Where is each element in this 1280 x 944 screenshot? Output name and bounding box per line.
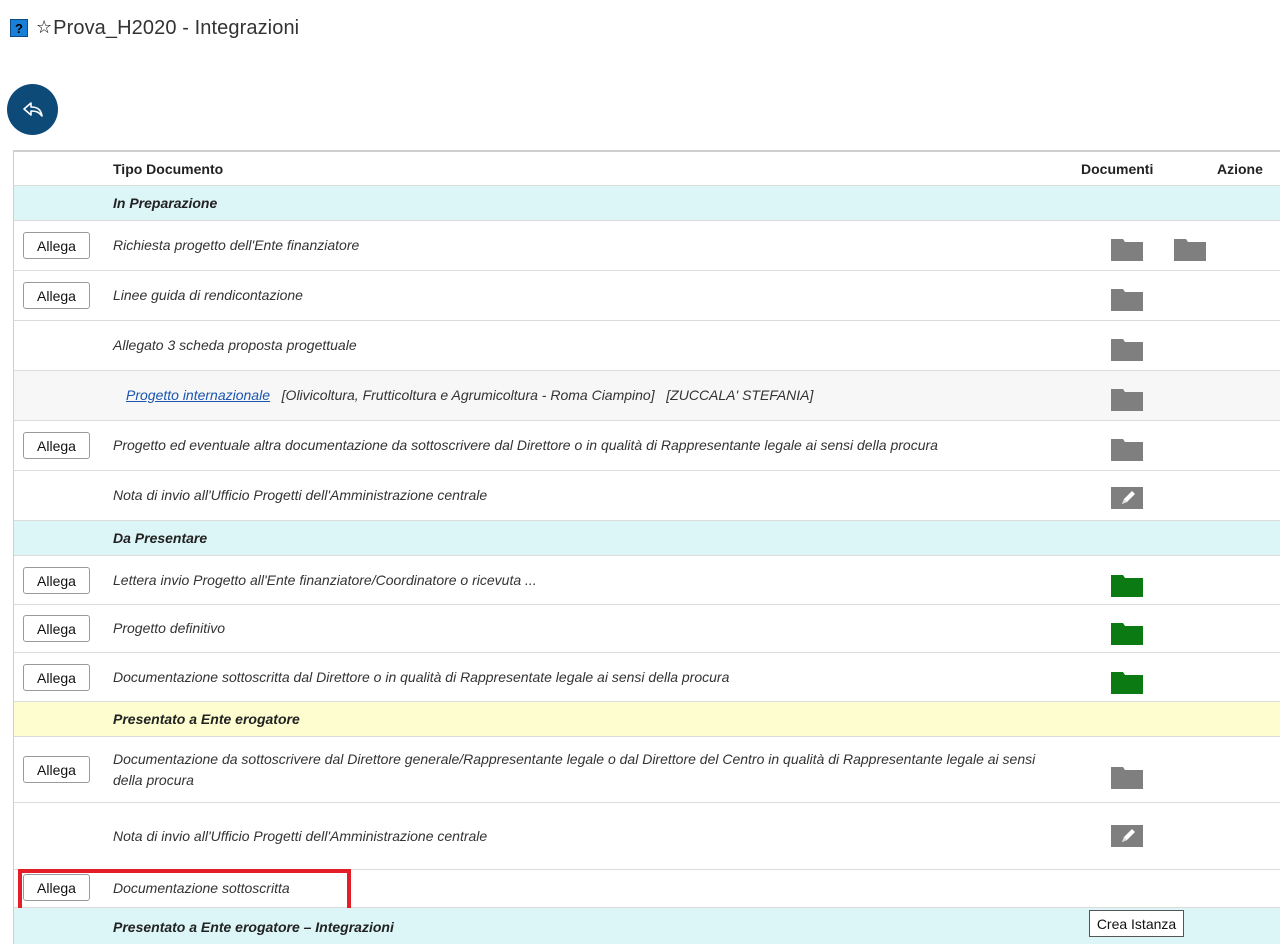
page-header: ? ☆ Prova_H2020 - Integrazioni: [10, 14, 299, 42]
table-row: Allega Linee guida di rendicontazione: [14, 271, 1280, 321]
table-row: Progetto internazionale [Olivicoltura, F…: [14, 371, 1280, 421]
allega-button[interactable]: Allega: [23, 615, 90, 642]
back-button[interactable]: [7, 84, 58, 135]
section-in-preparazione: In Preparazione: [14, 186, 1280, 221]
folder-icon[interactable]: [1111, 389, 1143, 411]
table-row: Nota di invio all'Ufficio Progetti dell'…: [14, 803, 1280, 870]
section-label: In Preparazione: [113, 195, 218, 211]
section-presentato: Presentato a Ente erogatore: [14, 702, 1280, 737]
crea-istanza-button[interactable]: Crea Istanza: [1089, 910, 1184, 937]
project-details: [Olivicoltura, Frutticoltura e Agrumicol…: [281, 387, 814, 403]
allega-button[interactable]: Allega: [23, 232, 90, 259]
allega-button[interactable]: Allega: [23, 282, 90, 309]
reply-arrow-icon: [22, 101, 43, 117]
col-azione: Azione: [1217, 160, 1263, 177]
folder-icon[interactable]: [1111, 289, 1143, 311]
table-header: Tipo Documento Documenti Azione: [14, 152, 1280, 186]
section-label: Presentato a Ente erogatore – Integrazio…: [113, 919, 394, 935]
document-type: Allegato 3 scheda proposta progettuale: [113, 337, 357, 353]
document-type: Linee guida di rendicontazione: [113, 287, 303, 303]
allega-button[interactable]: Allega: [23, 567, 90, 594]
folder-icon[interactable]: [1111, 339, 1143, 361]
document-type: Lettera invio Progetto all'Ente finanzia…: [113, 571, 537, 588]
folder-green-icon[interactable]: [1111, 623, 1143, 645]
table-row: Allega Documentazione da sottoscrivere d…: [14, 737, 1280, 803]
table-row: Nota di invio all'Ufficio Progetti dell'…: [14, 471, 1280, 521]
highlight-box: [18, 869, 351, 912]
section-label: Presentato a Ente erogatore: [113, 711, 300, 727]
document-type: Progetto ed eventuale altra documentazio…: [113, 437, 938, 453]
document-type: Nota di invio all'Ufficio Progetti dell'…: [113, 827, 488, 844]
folder-icon[interactable]: [1111, 439, 1143, 461]
document-type: Progetto definitivo: [113, 620, 226, 636]
documents-table: Tipo Documento Documenti Azione In Prepa…: [13, 150, 1280, 944]
edit-document-icon[interactable]: [1111, 487, 1143, 509]
allega-button[interactable]: Allega: [23, 756, 90, 783]
folder-green-icon[interactable]: [1111, 672, 1143, 694]
project-info: Progetto internazionale [Olivicoltura, F…: [126, 371, 813, 420]
project-link[interactable]: Progetto internazionale: [126, 385, 270, 406]
col-tipo-documento: Tipo Documento: [113, 160, 224, 177]
document-type: Nota di invio all'Ufficio Progetti dell'…: [113, 487, 488, 503]
col-documenti: Documenti: [1081, 160, 1154, 177]
folder-icon[interactable]: [1174, 239, 1206, 261]
help-icon[interactable]: ?: [10, 19, 28, 37]
star-icon[interactable]: ☆: [36, 19, 52, 37]
table-row: Allega Progetto ed eventuale altra docum…: [14, 421, 1280, 471]
page-title: Prova_H2020 - Integrazioni: [53, 16, 300, 39]
folder-icon[interactable]: [1111, 239, 1143, 261]
allega-button[interactable]: Allega: [23, 432, 90, 459]
table-row: Allega Richiesta progetto dell'Ente fina…: [14, 221, 1280, 271]
section-da-presentare: Da Presentare: [14, 521, 1280, 556]
document-type: Documentazione sottoscritta dal Direttor…: [113, 668, 730, 685]
document-type: Richiesta progetto dell'Ente finanziator…: [113, 237, 360, 253]
table-row: Allega Progetto definitivo: [14, 605, 1280, 653]
document-type: Documentazione da sottoscrivere dal Dire…: [113, 750, 1036, 788]
allega-button[interactable]: Allega: [23, 664, 90, 691]
table-row: Allega Documentazione sottoscritta dal D…: [14, 653, 1280, 702]
table-row: Allegato 3 scheda proposta progettuale: [14, 321, 1280, 371]
section-label: Da Presentare: [113, 530, 208, 546]
edit-document-icon[interactable]: [1111, 825, 1143, 847]
folder-green-icon[interactable]: [1111, 575, 1143, 597]
folder-icon[interactable]: [1111, 767, 1143, 789]
table-row: Allega Lettera invio Progetto all'Ente f…: [14, 556, 1280, 605]
